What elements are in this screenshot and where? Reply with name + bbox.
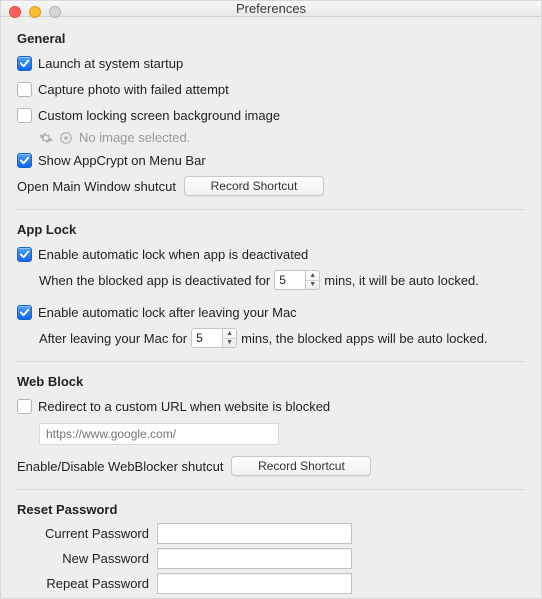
row-open-main-shortcut: Open Main Window shutcut Record Shortcut: [17, 175, 525, 197]
chevron-up-icon[interactable]: ▲: [223, 329, 236, 339]
leaving-mins-input[interactable]: [191, 328, 223, 348]
row-current-password: Current Password: [17, 523, 525, 544]
row-deactivated-detail: When the blocked app is deactivated for …: [17, 269, 525, 291]
view-icon[interactable]: [59, 131, 73, 145]
label-show-menubar: Show AppCrypt on Menu Bar: [38, 153, 206, 168]
label-custom-lock-bg: Custom locking screen background image: [38, 108, 280, 123]
window-controls: [9, 6, 61, 18]
deactivated-stepper-buttons[interactable]: ▲ ▼: [306, 270, 320, 290]
checkbox-show-menubar[interactable]: [17, 153, 32, 168]
label-enable-leaving: Enable automatic lock after leaving your…: [38, 305, 297, 320]
label-leaving-pre: After leaving your Mac for: [39, 331, 187, 346]
label-webblocker-shortcut: Enable/Disable WebBlocker shutcut: [17, 459, 223, 474]
label-open-main-shortcut: Open Main Window shutcut: [17, 179, 176, 194]
row-no-image: No image selected.: [17, 130, 525, 145]
content-area: General Launch at system startup Capture…: [1, 17, 541, 599]
label-new-password: New Password: [17, 551, 157, 566]
label-redirect: Redirect to a custom URL when website is…: [38, 399, 330, 414]
label-launch-startup: Launch at system startup: [38, 56, 183, 71]
label-repeat-password: Repeat Password: [17, 576, 157, 591]
minimize-window-button[interactable]: [29, 6, 41, 18]
row-enable-leaving: Enable automatic lock after leaving your…: [17, 301, 525, 323]
checkbox-launch-startup[interactable]: [17, 56, 32, 71]
close-window-button[interactable]: [9, 6, 21, 18]
repeat-password-input[interactable]: [157, 573, 352, 594]
label-deactivated-pre: When the blocked app is deactivated for: [39, 273, 270, 288]
section-title-applock: App Lock: [17, 222, 525, 237]
window-title: Preferences: [1, 1, 541, 16]
separator-2: [17, 361, 525, 362]
chevron-down-icon[interactable]: ▼: [223, 339, 236, 348]
section-title-general: General: [17, 31, 525, 46]
label-no-image: No image selected.: [79, 130, 190, 145]
checkbox-custom-lock-bg[interactable]: [17, 108, 32, 123]
checkbox-redirect[interactable]: [17, 399, 32, 414]
label-enable-deactivated: Enable automatic lock when app is deacti…: [38, 247, 308, 262]
record-webblocker-shortcut-button[interactable]: Record Shortcut: [231, 456, 371, 476]
chevron-down-icon[interactable]: ▼: [306, 281, 319, 290]
stepper-leaving: ▲ ▼: [191, 328, 237, 348]
preferences-window: Preferences General Launch at system sta…: [0, 0, 542, 599]
row-capture-photo: Capture photo with failed attempt: [17, 78, 525, 100]
row-leaving-detail: After leaving your Mac for ▲ ▼ mins, the…: [17, 327, 525, 349]
row-new-password: New Password: [17, 548, 525, 569]
stepper-deactivated: ▲ ▼: [274, 270, 320, 290]
separator-1: [17, 209, 525, 210]
checkbox-enable-deactivated[interactable]: [17, 247, 32, 262]
checkbox-capture-photo[interactable]: [17, 82, 32, 97]
row-enable-deactivated: Enable automatic lock when app is deacti…: [17, 243, 525, 265]
label-current-password: Current Password: [17, 526, 157, 541]
redirect-url-input[interactable]: [39, 423, 279, 445]
row-webblocker-shortcut: Enable/Disable WebBlocker shutcut Record…: [17, 455, 525, 477]
record-shortcut-button[interactable]: Record Shortcut: [184, 176, 324, 196]
row-redirect: Redirect to a custom URL when website is…: [17, 395, 525, 417]
label-leaving-post: mins, the blocked apps will be auto lock…: [241, 331, 487, 346]
label-capture-photo: Capture photo with failed attempt: [38, 82, 229, 97]
row-launch-startup: Launch at system startup: [17, 52, 525, 74]
section-title-reset: Reset Password: [17, 502, 525, 517]
section-title-webblock: Web Block: [17, 374, 525, 389]
leaving-stepper-buttons[interactable]: ▲ ▼: [223, 328, 237, 348]
zoom-window-button: [49, 6, 61, 18]
label-deactivated-post: mins, it will be auto locked.: [324, 273, 479, 288]
current-password-input[interactable]: [157, 523, 352, 544]
row-repeat-password: Repeat Password: [17, 573, 525, 594]
row-custom-lock-bg: Custom locking screen background image: [17, 104, 525, 126]
chevron-up-icon[interactable]: ▲: [306, 271, 319, 281]
new-password-input[interactable]: [157, 548, 352, 569]
gear-icon[interactable]: [39, 131, 53, 145]
row-show-menubar: Show AppCrypt on Menu Bar: [17, 149, 525, 171]
separator-3: [17, 489, 525, 490]
deactivated-mins-input[interactable]: [274, 270, 306, 290]
titlebar: Preferences: [1, 1, 541, 17]
checkbox-enable-leaving[interactable]: [17, 305, 32, 320]
